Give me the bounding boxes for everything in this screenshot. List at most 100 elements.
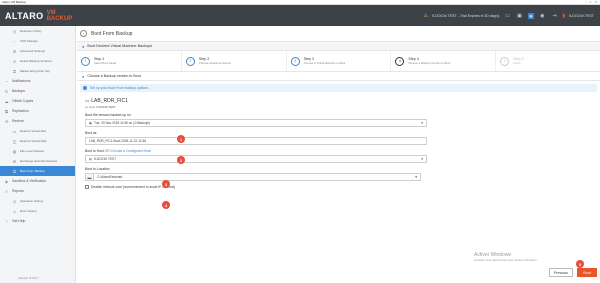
callout-marker-4: 4 xyxy=(162,201,170,209)
boot-as-input[interactable]: LAB_RDR_FIC1-Boot-2018-11-22-11-56 xyxy=(85,137,427,145)
sidebar-item-restore-virtual-machine[interactable]: ▭ Restore Virtual Mac xyxy=(0,126,75,136)
folder-icon[interactable]: ▬ xyxy=(85,173,94,181)
vm-name-row: ▭ LAB_RDR_FIC1 xyxy=(85,98,600,104)
trial-text: 5-DOCW-TEST - Trial Expires in 30 day(s) xyxy=(431,13,500,18)
wizard-step-1[interactable]: 1 Step 1 Select Boot Mode xyxy=(77,51,182,71)
subsection-header: ● Choose a Backup version to Boot xyxy=(77,72,600,81)
page-title: Boot From Backup xyxy=(91,30,133,37)
info-icon: i xyxy=(83,86,87,90)
sidebar-item-exchange-granular-restore[interactable]: ✉ Exchange Granular Restore xyxy=(0,156,75,166)
sidebar-item-restore[interactable]: ⟲ Restore xyxy=(0,116,75,126)
desktop-icon[interactable]: ▭ xyxy=(504,12,512,20)
step-number: 1 xyxy=(81,56,90,66)
top-bar: ALTARO VM BACKUP ⚠ 5-DOCW-TEST - Trial E… xyxy=(0,5,600,26)
brand-product: VM BACKUP xyxy=(46,9,73,22)
sidebar-item-reports[interactable]: ≡ Reports xyxy=(0,186,75,196)
badge-icon[interactable]: ▦ xyxy=(527,12,535,19)
wizard-steps: 1 Step 1 Select Boot Mode 2 Step 2 Choose … xyxy=(77,51,600,72)
collapse-icon[interactable]: ● xyxy=(82,74,84,79)
sidebar-item-label: Retention Policy xyxy=(20,29,42,33)
sidebar-item-sandbox-verification[interactable]: ◈ Sandbox & Verification xyxy=(0,176,75,186)
wizard-step-5: 5 Step 5 Finish xyxy=(496,51,600,71)
sidebar-item-replication[interactable]: ⧉ Replication xyxy=(0,106,75,116)
host-value: 5-DOCW-TEST xyxy=(94,157,117,161)
vm-icon: ▭ xyxy=(12,128,17,134)
sidebar-item-delete-backup-versions[interactable]: ✕ Delete Backup Versions xyxy=(0,56,75,66)
page-header: ‹ Boot From Backup xyxy=(77,26,600,42)
chevron-down-icon: ▾ xyxy=(415,175,417,179)
boot-to-host-select[interactable]: ▤ 5-DOCW-TEST ▾ xyxy=(85,155,427,163)
sidebar-item-notifications[interactable]: ◔ Notifications xyxy=(0,76,75,86)
wizard-step-4[interactable]: 4 Step 4 Choose a Backup Version to Boot xyxy=(391,51,497,71)
retention-icon: ◷ xyxy=(12,28,17,34)
logout-icon[interactable]: ⇥ xyxy=(550,12,558,20)
location-value: C:\AltaroRestored xyxy=(97,175,123,179)
wizard-step-2[interactable]: 2 Step 2 Choose a Restore Source xyxy=(182,51,287,71)
step-number: 2 xyxy=(185,56,195,66)
sidebar-item-label: Restore Virtual Mac xyxy=(20,129,47,133)
step-number: 3 xyxy=(290,56,300,66)
sidebar-item-vss-settings[interactable]: ▫ VSS Settings xyxy=(0,36,75,46)
sidebar-item-file-level-restore[interactable]: ▤ File Level Restore xyxy=(0,146,75,156)
sidebar-item-boot-from-backup[interactable]: ⏻ Boot From Backup xyxy=(0,166,75,176)
delete-icon: ✕ xyxy=(12,58,17,64)
history-icon: ◷ xyxy=(12,198,17,204)
sidebar-item-error-history[interactable]: ⚠ Error History xyxy=(0,206,75,216)
window-controls: – □ ✕ xyxy=(585,0,600,4)
collapse-icon[interactable]: ● xyxy=(82,44,84,49)
disk-icon: ◫ xyxy=(12,138,17,144)
backup-version-select[interactable]: ▦ Tue, 20 Nov 2018 11:56 on (J:\Backup\)… xyxy=(85,119,427,127)
section-header: ● Boot Desired Virtual Machine Backups xyxy=(77,42,600,51)
callout-marker-1: 1 xyxy=(177,135,185,143)
sidebar-item-operation-history[interactable]: ◷ Operation History xyxy=(0,196,75,206)
sidebar-item-get-help[interactable]: ? Get Help xyxy=(0,216,75,226)
vm-host-value: 5-DOCW-TEST xyxy=(96,105,116,109)
sidebar-item-advanced-settings[interactable]: ⚙ Advanced Settings xyxy=(0,46,75,56)
sidebar-item-label: Notifications xyxy=(12,79,31,83)
chevron-down-icon: ▾ xyxy=(421,121,423,125)
close-icon[interactable]: ✕ xyxy=(594,0,597,4)
brand-name: ALTARO xyxy=(5,10,44,21)
boot-button[interactable]: Boot xyxy=(577,268,597,277)
sidebar-item-retention-policy[interactable]: ◷ Retention Policy xyxy=(0,26,75,36)
sidebar-item-label: Advanced Settings xyxy=(20,49,46,53)
warning-icon: ⚠ xyxy=(423,12,428,19)
cloud-icon: ☁ xyxy=(4,98,9,104)
chevron-down-icon: ▾ xyxy=(421,157,423,161)
sidebar-item-label: Restore Virtual Disk xyxy=(20,139,47,143)
monitor-icon[interactable]: ▣ xyxy=(516,12,524,20)
backup-icon: ↻ xyxy=(4,88,9,94)
sidebar-item-backups[interactable]: ↻ Backups xyxy=(0,86,75,96)
back-arrow-icon[interactable]: ‹ xyxy=(80,30,87,37)
sidebar-item-master-encryption-key[interactable]: ⚿ Master Encryption Key xyxy=(0,66,75,76)
sandbox-icon: ◈ xyxy=(4,178,9,184)
host-label[interactable]: 5-DOCW-TEST xyxy=(569,14,594,18)
maximize-icon[interactable]: □ xyxy=(590,0,592,4)
callout-marker-5: 5 xyxy=(576,260,584,268)
sidebar-item-restore-virtual-disk[interactable]: ◫ Restore Virtual Disk xyxy=(0,136,75,146)
disable-network-checkbox[interactable] xyxy=(85,185,89,189)
file-icon: ▤ xyxy=(12,148,17,154)
minimize-icon[interactable]: – xyxy=(585,0,587,4)
step-subtitle: Select Boot Mode xyxy=(94,61,117,65)
boot-location-input[interactable]: C:\AltaroRestored ▾ xyxy=(94,173,421,181)
vm-host-label: on Host: xyxy=(85,105,96,109)
restore-icon: ⟲ xyxy=(4,118,9,124)
choose-host-link[interactable]: OR Choose a Configured Host xyxy=(105,149,151,153)
windows-activation-watermark: Activer Windows Accédez aux paramètres p… xyxy=(474,252,538,262)
callout-marker-3: 3 xyxy=(162,180,170,188)
boot-location-row: ▬ C:\AltaroRestored ▾ xyxy=(85,173,600,181)
sidebar-item-label: Reports xyxy=(12,189,24,193)
vm-name: LAB_RDR_FIC1 xyxy=(91,98,128,104)
sidebar-item-label: Get Help xyxy=(12,219,26,223)
previous-button[interactable]: Previous xyxy=(549,268,573,277)
wizard-step-3[interactable]: 3 Step 3 Choose a Virtual Machine to Boot xyxy=(287,51,392,71)
step-number: 5 xyxy=(500,56,510,66)
mail-icon: ✉ xyxy=(12,158,17,164)
user-icon[interactable]: ◉ xyxy=(538,12,546,20)
sidebar-item-offsite-copies[interactable]: ☁ Offsite Copies xyxy=(0,96,75,106)
subsection-title: Choose a Backup version to Boot xyxy=(87,74,141,78)
watermark-subtitle: Accédez aux paramètres pour activer Wind… xyxy=(474,258,538,262)
sidebar-item-label: Delete Backup Versions xyxy=(20,59,52,63)
step-number: 4 xyxy=(395,56,405,66)
